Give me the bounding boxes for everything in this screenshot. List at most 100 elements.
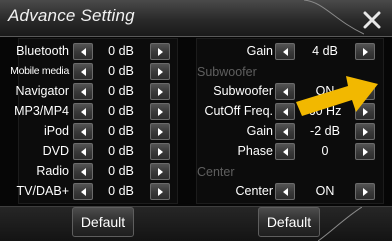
row-value: 0 dB (108, 104, 134, 118)
default-button-left[interactable]: Default (72, 207, 134, 237)
list-item: MP3/MP4 0 dB (14, 103, 177, 121)
default-button-right[interactable]: Default (258, 207, 320, 237)
arrow-left-icon (80, 67, 86, 76)
phase-label: Phase (237, 144, 273, 158)
sub-gain-value: -2 dB (310, 124, 340, 138)
arrow-right-icon (362, 127, 368, 136)
header-bar: Advance Setting (0, 0, 392, 37)
arrow-right-icon (157, 127, 163, 136)
section-header-center: Center (197, 165, 235, 179)
gain-value: 4 dB (312, 44, 338, 58)
decrease-button[interactable] (73, 43, 93, 60)
footer-bar: Default Default (0, 206, 392, 241)
arrow-right-icon (362, 147, 368, 156)
phase-value: 0 (321, 144, 329, 158)
cutoff-label: CutOff Freq. (204, 104, 273, 118)
row-label: Bluetooth (16, 44, 69, 58)
row-value: 0 dB (108, 144, 134, 158)
increase-button[interactable] (150, 103, 170, 120)
increase-button[interactable] (150, 83, 170, 100)
phase-increase-button[interactable] (355, 143, 375, 160)
subwoofer-label: Subwoofer (213, 84, 273, 98)
sub-gain-increase-button[interactable] (355, 123, 375, 140)
row-label: Radio (36, 164, 69, 178)
list-item: Mobile media 0 dB (10, 63, 177, 81)
arrow-right-icon (157, 187, 163, 196)
row-value: 0 dB (108, 184, 134, 198)
gain-row: Gain 4 dB (197, 43, 383, 61)
list-item: iPod 0 dB (19, 123, 177, 141)
row-value: 0 dB (108, 84, 134, 98)
arrow-left-icon (282, 47, 288, 56)
arrow-left-icon (80, 167, 86, 176)
gain-label: Gain (246, 44, 273, 58)
row-label: MP3/MP4 (14, 104, 69, 118)
close-button[interactable] (356, 6, 388, 34)
list-item: Radio 0 dB (19, 163, 177, 181)
sub-gain-row: Gain -2 dB (197, 123, 383, 141)
decrease-button[interactable] (73, 123, 93, 140)
arrow-left-icon (80, 107, 86, 116)
center-increase-button[interactable] (355, 183, 375, 200)
header-curve-decoration (304, 0, 364, 35)
center-decrease-button[interactable] (275, 183, 295, 200)
decrease-button[interactable] (73, 143, 93, 160)
arrow-left-icon (282, 147, 288, 156)
row-value: 0 dB (108, 124, 134, 138)
arrow-left-icon (282, 127, 288, 136)
list-item: Bluetooth 0 dB (16, 43, 177, 61)
list-item: DVD 0 dB (19, 143, 177, 161)
arrow-right-icon (157, 47, 163, 56)
annotation-arrow-icon (296, 76, 378, 116)
arrow-left-icon (282, 107, 288, 116)
increase-button[interactable] (150, 63, 170, 80)
decrease-button[interactable] (73, 63, 93, 80)
sub-gain-decrease-button[interactable] (275, 123, 295, 140)
center-value: ON (315, 184, 335, 198)
gain-increase-button[interactable] (355, 43, 375, 60)
arrow-right-icon (157, 67, 163, 76)
sub-gain-label: Gain (246, 124, 273, 138)
arrow-left-icon (80, 127, 86, 136)
row-label: iPod (43, 124, 69, 138)
decrease-button[interactable] (73, 183, 93, 200)
close-icon (363, 11, 381, 29)
footer-curve-decoration (318, 207, 362, 241)
arrow-left-icon (80, 87, 86, 96)
arrow-left-icon (80, 147, 86, 156)
arrow-right-icon (362, 47, 368, 56)
decrease-button[interactable] (73, 103, 93, 120)
decrease-button[interactable] (73, 163, 93, 180)
increase-button[interactable] (150, 183, 170, 200)
subwoofer-decrease-button[interactable] (275, 83, 295, 100)
arrow-left-icon (282, 187, 288, 196)
cutoff-decrease-button[interactable] (275, 103, 295, 120)
increase-button[interactable] (150, 163, 170, 180)
phase-row: Phase 0 (197, 143, 383, 161)
list-item: TV/DAB+ 0 dB (16, 183, 177, 201)
gain-decrease-button[interactable] (275, 43, 295, 60)
row-label: Mobile media (10, 65, 69, 77)
list-item: Navigator 0 dB (15, 83, 177, 101)
row-label: DVD (42, 144, 69, 158)
settings-screen: Advance Setting Bluetooth 0 dB Mobile me… (0, 0, 392, 241)
source-gain-panel: Bluetooth 0 dB Mobile media 0 dB Navigat… (10, 38, 178, 204)
page-title: Advance Setting (8, 6, 135, 25)
decrease-button[interactable] (73, 83, 93, 100)
row-label: TV/DAB+ (16, 184, 69, 198)
phase-decrease-button[interactable] (275, 143, 295, 160)
increase-button[interactable] (150, 143, 170, 160)
section-header-subwoofer: Subwoofer (197, 65, 257, 79)
arrow-left-icon (282, 87, 288, 96)
arrow-left-icon (80, 187, 86, 196)
increase-button[interactable] (150, 123, 170, 140)
arrow-right-icon (157, 167, 163, 176)
row-value: 0 dB (108, 164, 134, 178)
row-label: Navigator (15, 84, 70, 98)
increase-button[interactable] (150, 43, 170, 60)
arrow-right-icon (157, 87, 163, 96)
arrow-right-icon (362, 187, 368, 196)
row-value: 0 dB (108, 44, 134, 58)
arrow-right-icon (157, 107, 163, 116)
arrow-left-icon (80, 47, 86, 56)
